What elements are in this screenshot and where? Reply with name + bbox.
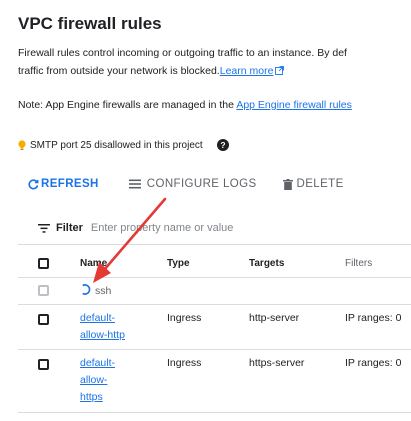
column-header-filters[interactable]: Filters <box>345 258 372 269</box>
rule-name-part: allow- <box>80 374 108 386</box>
refresh-button[interactable]: REFRESH <box>28 178 99 190</box>
rule-targets: http-server <box>249 312 300 324</box>
refresh-label: REFRESH <box>41 178 99 190</box>
description-line-2: traffic from outside your network is blo… <box>18 62 411 80</box>
rule-name-part: https <box>80 391 103 403</box>
rule-type: Ingress <box>167 357 202 369</box>
table-row: default-allow-http Ingress http-server I… <box>18 305 411 350</box>
lightbulb-icon <box>18 139 26 150</box>
filter-bar: Filter <box>38 222 291 234</box>
learn-more-link[interactable]: Learn more <box>220 65 274 77</box>
pending-rule-name: ssh <box>80 284 111 297</box>
description-line-2-text: traffic from outside your network is blo… <box>18 65 220 77</box>
smtp-notice-text: SMTP port 25 disallowed in this project <box>30 139 203 151</box>
app-engine-note: Note: App Engine firewalls are managed i… <box>18 99 352 111</box>
rule-targets: https-server <box>249 357 305 369</box>
delete-label: DELETE <box>296 178 344 190</box>
toolbar: REFRESH CONFIGURE LOGS DELETE <box>28 178 344 190</box>
row-checkbox[interactable] <box>38 285 49 296</box>
rule-name-cell: default-allow-https <box>80 355 115 406</box>
list-icon <box>128 179 141 189</box>
table-row-pending: ssh <box>18 278 411 305</box>
delete-button[interactable]: DELETE <box>282 178 344 190</box>
svg-text:?: ? <box>220 140 225 150</box>
configure-logs-label: CONFIGURE LOGS <box>146 178 257 190</box>
filter-label: Filter <box>56 222 83 234</box>
smtp-notice: SMTP port 25 disallowed in this project … <box>18 139 229 151</box>
rule-filters: IP ranges: 0 <box>345 312 402 324</box>
column-header-targets[interactable]: Targets <box>249 258 284 269</box>
rule-name-link[interactable]: default-allow-https <box>80 355 115 406</box>
page-title: VPC firewall rules <box>18 14 162 33</box>
row-checkbox[interactable] <box>38 314 49 325</box>
loading-spinner-icon <box>82 284 91 295</box>
rule-name-part: default- <box>80 357 116 369</box>
firewall-rules-table: Name Type Targets Filters ssh default-al… <box>18 250 411 413</box>
select-all-checkbox[interactable] <box>38 258 49 269</box>
note-text: Note: App Engine firewalls are managed i… <box>18 99 237 111</box>
configure-logs-button[interactable]: CONFIGURE LOGS <box>128 178 257 190</box>
column-header-type[interactable]: Type <box>167 258 190 269</box>
table-header-row: Name Type Targets Filters <box>18 250 411 278</box>
table-row: default-allow-https Ingress https-server… <box>18 350 411 413</box>
description-line-1: Firewall rules control incoming or outgo… <box>18 47 347 59</box>
trash-icon <box>282 178 293 190</box>
rule-name-link[interactable]: default-allow-http <box>80 310 125 344</box>
pending-rule-label: ssh <box>95 285 112 297</box>
row-checkbox[interactable] <box>38 359 49 370</box>
page-description: Firewall rules control incoming or outgo… <box>18 44 411 80</box>
filter-icon <box>38 223 50 233</box>
rule-filters: IP ranges: 0 <box>345 357 402 369</box>
help-icon[interactable]: ? <box>216 139 229 151</box>
rule-name-part: allow-http <box>80 329 125 341</box>
refresh-icon <box>28 178 39 189</box>
rule-name-cell: default-allow-http <box>80 310 125 344</box>
rule-type: Ingress <box>167 312 202 324</box>
filter-input[interactable] <box>90 222 291 234</box>
rule-name-part: default- <box>80 312 116 324</box>
app-engine-firewall-link[interactable]: App Engine firewall rules <box>236 99 352 111</box>
table-top-divider <box>18 244 411 245</box>
column-header-name[interactable]: Name <box>80 258 107 269</box>
external-link-icon <box>275 66 285 75</box>
